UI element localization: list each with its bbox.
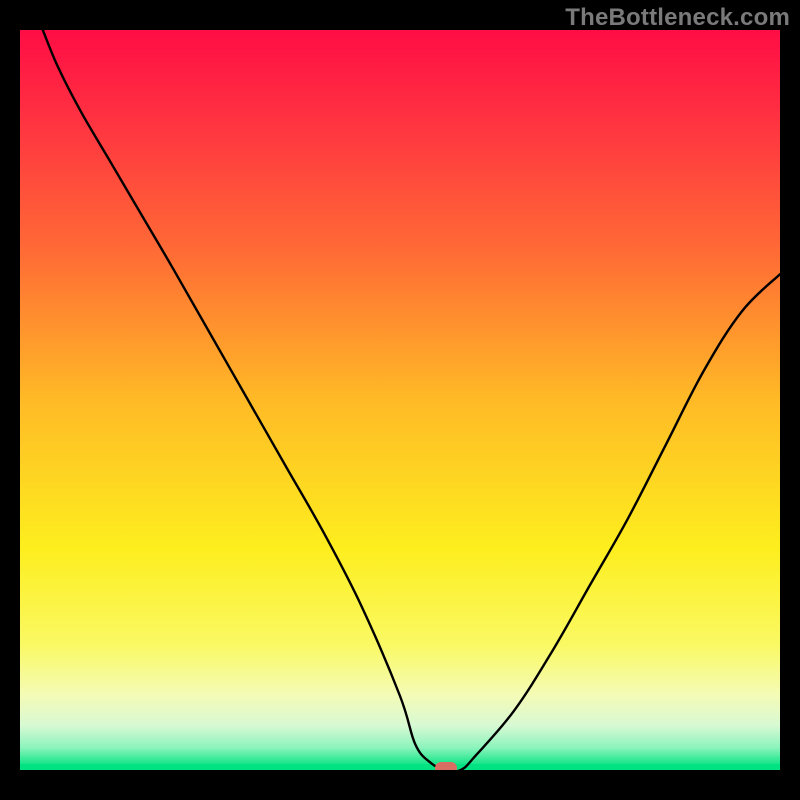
bottleneck-curve: [43, 30, 780, 770]
plot-area: [20, 30, 780, 770]
attribution-label: TheBottleneck.com: [565, 4, 790, 32]
chart-frame: TheBottleneck.com: [0, 0, 800, 800]
optimal-point-marker: [435, 762, 457, 770]
plot-frame: [20, 30, 780, 770]
curve-layer: [20, 30, 780, 770]
